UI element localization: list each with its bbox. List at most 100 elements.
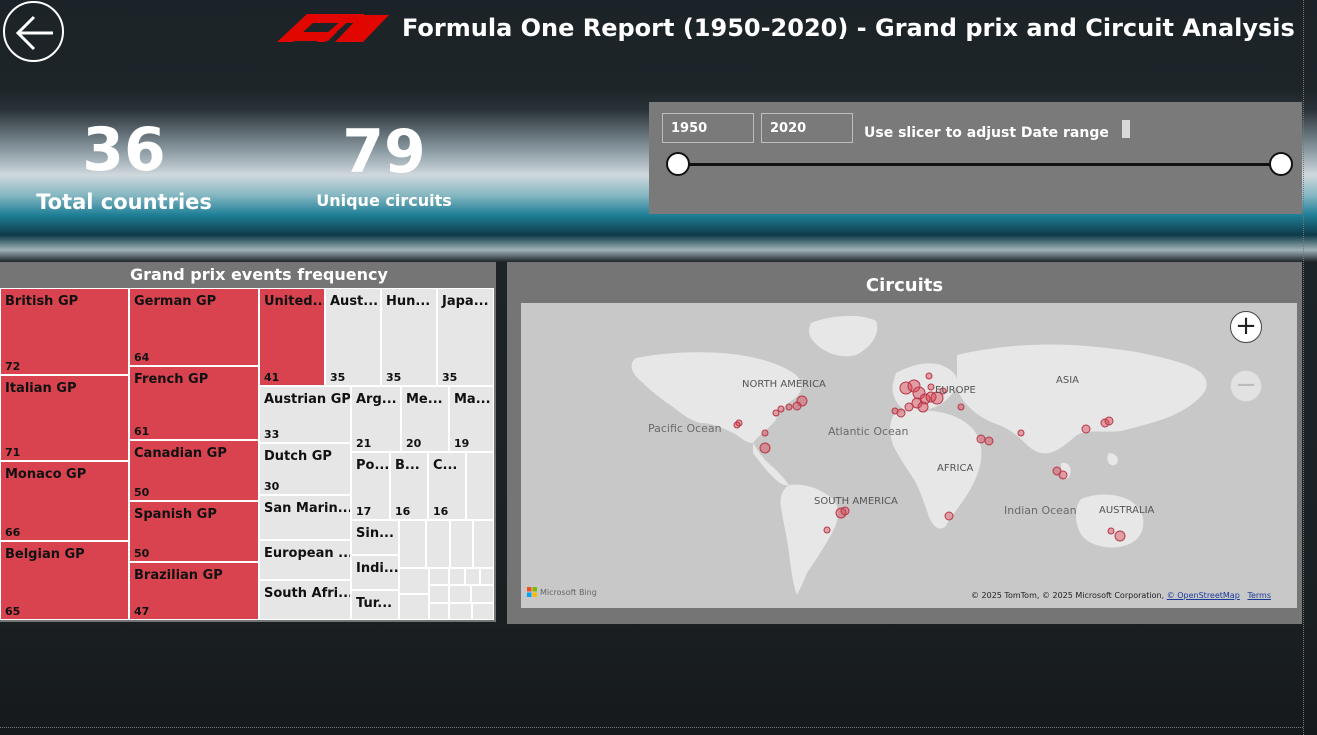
treemap-tile[interactable] [449, 603, 472, 620]
text-cursor [1122, 120, 1130, 138]
treemap-tile[interactable]: Indi... [351, 555, 399, 590]
treemap-tile[interactable]: Monaco GP 66 [0, 461, 129, 541]
tile-label: San Marin... [264, 501, 351, 516]
treemap-tile[interactable]: Po... 17 [351, 452, 390, 520]
continent-label: AFRICA [937, 463, 974, 474]
grand-prix-treemap: British GP 72 Italian GP 71 Monaco GP 66… [0, 288, 494, 620]
date-range-slicer: 1950 2020 Use slicer to adjust Date rang… [649, 102, 1302, 214]
tile-value: 30 [264, 480, 280, 493]
treemap-tile[interactable]: European ... [259, 540, 351, 580]
tile-label: Indi... [356, 561, 399, 576]
end-year-input[interactable]: 2020 [761, 113, 853, 143]
treemap-title: Grand prix events frequency [130, 265, 388, 284]
treemap-tile[interactable]: Sin... [351, 520, 399, 555]
tile-label: Hun... [386, 294, 431, 309]
continent-label: ASIA [1056, 375, 1079, 386]
treemap-tile[interactable] [450, 520, 473, 568]
tile-value: 41 [264, 371, 280, 384]
treemap-tile[interactable]: French GP 61 [129, 366, 259, 440]
treemap-tile[interactable]: United... 41 [259, 288, 325, 386]
treemap-tile[interactable] [466, 452, 494, 520]
tile-label: Dutch GP [264, 449, 332, 464]
slider-start-handle[interactable] [666, 152, 690, 176]
tile-label: Japa... [442, 294, 489, 309]
tile-value: 71 [5, 446, 21, 459]
page-title: Formula One Report (1950-2020) - Grand p… [402, 14, 1295, 42]
treemap-tile[interactable]: Ma... 19 [449, 386, 494, 452]
bing-attribution: Microsoft Bing [527, 587, 597, 597]
tile-value: 16 [433, 505, 449, 518]
terms-link[interactable]: Terms [1247, 591, 1271, 600]
treemap-tile[interactable]: Hun... 35 [381, 288, 437, 386]
treemap-tile[interactable]: Italian GP 71 [0, 375, 129, 461]
tile-label: Sin... [356, 526, 394, 541]
treemap-tile[interactable] [429, 568, 449, 585]
treemap-tile[interactable]: Tur... [351, 590, 399, 620]
treemap-tile[interactable]: B... 16 [390, 452, 428, 520]
treemap-tile[interactable] [429, 585, 449, 603]
osm-link[interactable]: © OpenStreetMap [1167, 591, 1240, 600]
treemap-tile[interactable]: Brazilian GP 47 [129, 562, 259, 620]
tile-value: 61 [134, 425, 150, 438]
treemap-tile[interactable] [449, 568, 465, 585]
treemap-tile[interactable]: C... 16 [428, 452, 466, 520]
treemap-tile[interactable] [472, 603, 494, 620]
treemap-tile[interactable]: Austrian GP 33 [259, 386, 351, 443]
tile-value: 50 [134, 547, 150, 560]
tile-label: Monaco GP [5, 467, 87, 482]
treemap-tile[interactable] [471, 585, 494, 603]
continent-label: AUSTRALIA [1099, 505, 1155, 516]
treemap-tile[interactable] [426, 520, 450, 568]
tile-value: 33 [264, 428, 280, 441]
treemap-tile[interactable] [399, 594, 429, 620]
tile-label: British GP [5, 294, 79, 309]
treemap-tile[interactable]: San Marin... [259, 495, 351, 540]
tile-label: Tur... [356, 596, 393, 611]
tile-label: German GP [134, 294, 217, 309]
treemap-tile[interactable]: Canadian GP 50 [129, 440, 259, 501]
treemap-tile[interactable]: Arg... 21 [351, 386, 401, 452]
treemap-tile[interactable]: Aust... 35 [325, 288, 381, 386]
treemap-tile[interactable] [449, 585, 471, 603]
ocean-label: Atlantic Ocean [828, 425, 909, 438]
tile-label: Austrian GP [264, 392, 351, 407]
slider-track[interactable] [677, 163, 1281, 166]
circuits-map[interactable]: + − NORTH AMERICA EUROPE ASIA AFRICA SOU… [521, 303, 1297, 608]
ocean-label: Pacific Ocean [648, 422, 722, 435]
slider-end-handle[interactable] [1269, 152, 1293, 176]
tile-value: 35 [330, 371, 346, 384]
treemap-tile[interactable] [473, 520, 494, 568]
treemap-tile[interactable]: South Afri... [259, 580, 351, 620]
tile-label: Canadian GP [134, 446, 227, 461]
treemap-tile[interactable]: British GP 72 [0, 288, 129, 375]
treemap-tile[interactable] [465, 568, 480, 585]
back-button[interactable] [3, 1, 64, 62]
tile-label: Aust... [330, 294, 379, 309]
treemap-tile[interactable]: Me... 20 [401, 386, 449, 452]
tile-value: 35 [442, 371, 458, 384]
treemap-tile[interactable] [480, 568, 494, 585]
treemap-tile[interactable]: Belgian GP 65 [0, 541, 129, 620]
tile-label: United... [264, 294, 325, 309]
treemap-tile[interactable] [399, 520, 426, 568]
tile-value: 72 [5, 360, 21, 373]
map-title: Circuits [865, 275, 944, 296]
continent-label: EUROPE [935, 385, 976, 396]
treemap-tile[interactable]: Japa... 35 [437, 288, 494, 386]
tile-value: 19 [454, 437, 470, 450]
treemap-tile[interactable]: Spanish GP 50 [129, 501, 259, 562]
tile-label: Me... [406, 392, 443, 407]
bing-label: Microsoft Bing [540, 587, 597, 597]
start-year-input[interactable]: 1950 [662, 113, 754, 143]
zoom-in-button[interactable]: + [1230, 311, 1262, 343]
continent-label: NORTH AMERICA [742, 379, 826, 390]
treemap-tile[interactable]: Dutch GP 30 [259, 443, 351, 495]
circuits-panel: Circuits + − NORTH AMERICA EUROPE ASIA A… [507, 262, 1302, 624]
treemap-tile[interactable]: German GP 64 [129, 288, 259, 366]
treemap-tile[interactable] [429, 603, 449, 620]
tile-label: French GP [134, 372, 209, 387]
zoom-out-button[interactable]: − [1230, 370, 1262, 402]
tile-value: 66 [5, 526, 21, 539]
treemap-tile[interactable] [399, 568, 429, 594]
unique-circuits-label: Unique circuits [316, 191, 452, 210]
